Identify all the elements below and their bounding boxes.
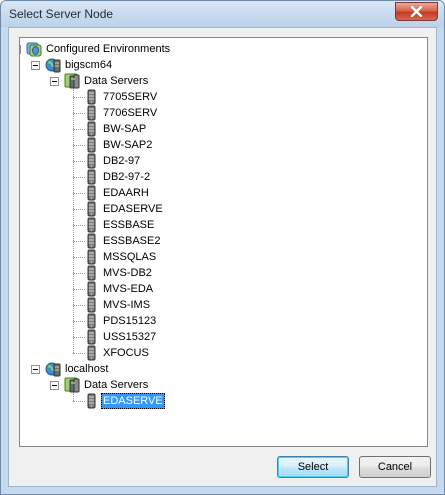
collapse-toggle[interactable] xyxy=(50,77,59,86)
tree-node-label: MSSQLAS xyxy=(103,251,157,263)
tree-connector xyxy=(73,273,85,274)
tree-connector xyxy=(73,393,74,401)
tree-node-label: USS15327 xyxy=(103,331,157,343)
tree-node-label: Configured Environments xyxy=(46,43,171,55)
server-icon xyxy=(83,185,99,201)
server-icon xyxy=(83,329,99,345)
window-title: Select Server Node xyxy=(9,7,114,21)
server-icon xyxy=(83,249,99,265)
tree-connector xyxy=(73,209,85,210)
select-button[interactable]: Select xyxy=(277,456,349,478)
server-tree[interactable]: Configured Environments bigscm64 Data Serv… xyxy=(19,37,428,447)
dialog-client-area: Configured Environments bigscm64 Data Serv… xyxy=(8,27,437,487)
tree-connector xyxy=(73,177,85,178)
server-icon xyxy=(83,153,99,169)
tree-node-label: 7705SERV xyxy=(103,91,158,103)
tree-connector xyxy=(73,289,85,290)
tree-connector xyxy=(73,145,85,146)
server-icon xyxy=(83,105,99,121)
tree-node-label: EDASERVE xyxy=(103,203,163,215)
tree-node-label: Data Servers xyxy=(84,379,149,391)
server-icon xyxy=(83,313,99,329)
tree-connector xyxy=(73,305,85,306)
server-icon xyxy=(83,217,99,233)
tree-connector xyxy=(73,89,74,353)
server-group-icon xyxy=(64,73,80,89)
cancel-button[interactable]: Cancel xyxy=(359,456,431,478)
tree-connector xyxy=(73,337,85,338)
tree-node-label: BW-SAP xyxy=(103,123,147,135)
tree-connector xyxy=(73,257,85,258)
tree-node-label: ESSBASE2 xyxy=(103,235,161,247)
tree-node-label: EDASERVE xyxy=(101,393,165,409)
server-icon xyxy=(83,393,99,409)
tree-node-label: XFOCUS xyxy=(103,347,149,359)
server-icon xyxy=(83,297,99,313)
tree-node-label: localhost xyxy=(65,363,109,375)
tree-connector xyxy=(73,401,85,402)
tree-connector xyxy=(73,225,85,226)
tree-connector xyxy=(73,161,85,162)
server-icon xyxy=(83,281,99,297)
tree-node-label: DB2-97-2 xyxy=(103,171,151,183)
title-bar[interactable]: Select Server Node xyxy=(1,1,444,27)
server-icon xyxy=(83,233,99,249)
server-icon xyxy=(83,265,99,281)
tree-connector xyxy=(73,97,85,98)
collapse-toggle[interactable] xyxy=(31,61,40,70)
server-icon xyxy=(83,201,99,217)
tree-connector xyxy=(73,129,85,130)
tree-node-label: DB2-97 xyxy=(103,155,141,167)
collapse-toggle[interactable] xyxy=(50,381,59,390)
close-icon xyxy=(410,6,423,17)
server-icon xyxy=(83,137,99,153)
server-icon xyxy=(83,89,99,105)
tree-connector xyxy=(73,193,85,194)
server-icon xyxy=(83,121,99,137)
dialog-window: Select Server Node Configured Environmen… xyxy=(0,0,445,495)
tree-connector xyxy=(73,321,85,322)
server-icon xyxy=(83,345,99,361)
tree-node-label: PDS15123 xyxy=(103,315,157,327)
collapse-toggle[interactable] xyxy=(20,45,21,54)
tree-node-label: MVS-DB2 xyxy=(103,267,152,279)
tree-connector xyxy=(73,113,85,114)
tree-connector xyxy=(73,353,85,354)
tree-connector xyxy=(73,241,85,242)
host-globe-icon xyxy=(45,361,61,377)
tree-node-label: EDAARH xyxy=(103,187,149,199)
tree-node-label: Data Servers xyxy=(84,75,149,87)
tree-node-label: 7706SERV xyxy=(103,107,158,119)
server-icon xyxy=(83,169,99,185)
environments-icon xyxy=(26,41,42,57)
tree-node-label: bigscm64 xyxy=(65,59,113,71)
close-button[interactable] xyxy=(395,2,438,21)
tree-node-label: ESSBASE xyxy=(103,219,155,231)
tree-node-label: MVS-IMS xyxy=(103,299,151,311)
tree-node-label: MVS-EDA xyxy=(103,283,154,295)
collapse-toggle[interactable] xyxy=(31,365,40,374)
server-group-icon xyxy=(64,377,80,393)
host-globe-icon xyxy=(45,57,61,73)
tree-node-label: BW-SAP2 xyxy=(103,139,153,151)
